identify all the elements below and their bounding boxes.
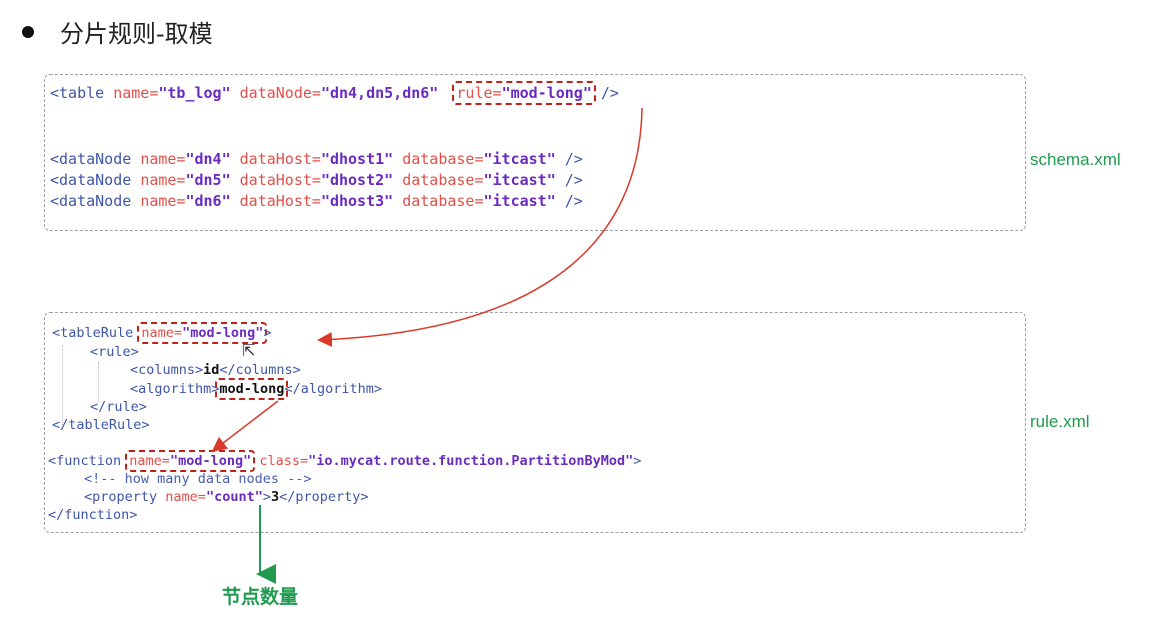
rule-close-line: </rule> [90,399,147,415]
columns-line: <columns>id</columns> [130,362,301,378]
function-close-line: </function> [48,507,138,523]
table-line: <table name="tb_log" dataNode="dn4,dn5,d… [50,81,619,105]
schema-file-label: schema.xml [1030,150,1121,169]
datanode-line-2: <dataNode name="dn5" dataHost="dhost2" d… [50,171,583,189]
rule-open-line: <rule> [90,344,139,360]
algorithm-highlight: mod-long [215,378,289,400]
property-line: <property name="count">3</property> [84,489,369,505]
bullet-icon [22,25,34,38]
slide-title-text: 分片规则-取模 [60,20,213,48]
slide-title: 分片规则-取模 [22,14,213,49]
tablerule-line: <tableRule name="mod-long"> [52,322,271,344]
indent-guide [62,345,63,425]
count-label: 节点数量 [222,586,299,608]
indent-guide-inner [98,362,99,402]
algorithm-line: <algorithm>mod-long</algorithm> [130,378,382,400]
tablerule-close-line: </tableRule> [52,417,150,433]
function-line: <function name="mod-long" class="io.myca… [48,450,641,472]
comment-line: <!-- how many data nodes --> [84,471,312,487]
datanode-line-3: <dataNode name="dn6" dataHost="dhost3" d… [50,192,583,210]
rule-highlight: rule="mod-long" [452,81,596,105]
rule-file-label: rule.xml [1030,412,1090,431]
function-name-highlight: name="mod-long" [125,450,256,472]
mouse-cursor-icon: ⇱ [242,341,256,360]
datanode-line-1: <dataNode name="dn4" dataHost="dhost1" d… [50,150,583,168]
